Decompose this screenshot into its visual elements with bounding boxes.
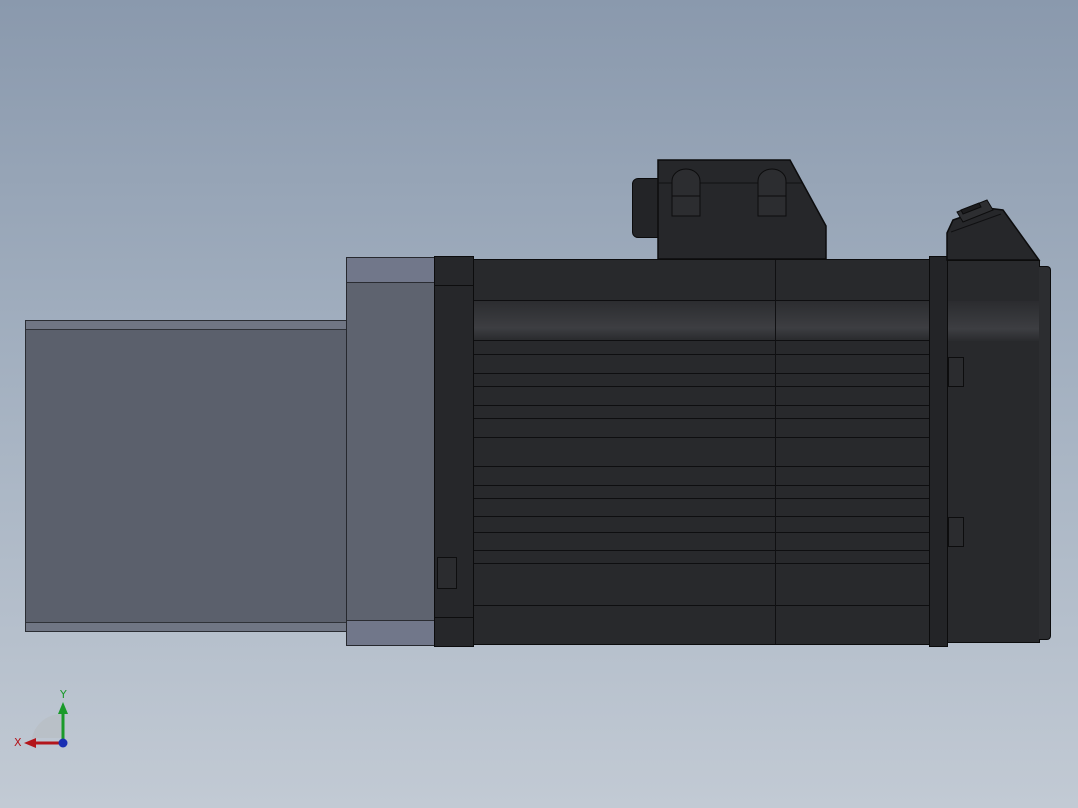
cooling-fin: [474, 532, 930, 533]
motor-front-flange[interactable]: [434, 256, 474, 647]
cooling-fin: [474, 550, 930, 551]
coordinate-triad: Y X: [14, 688, 68, 749]
flange-bolt-tab: [437, 557, 457, 589]
z-axis-point: [58, 738, 68, 748]
y-axis-label: Y: [59, 688, 67, 701]
end-cap-highlight: [948, 301, 1039, 341]
power-connector-plug[interactable]: [632, 178, 659, 238]
encoder-connector[interactable]: [945, 196, 1041, 262]
x-axis-label: X: [14, 736, 22, 749]
power-connector-housing[interactable]: [657, 159, 827, 260]
cooling-fin: [474, 418, 930, 419]
flange-band: [435, 285, 473, 286]
motor-body[interactable]: [473, 259, 931, 645]
end-cap-tab: [948, 357, 964, 387]
cooling-fin: [474, 386, 930, 387]
cooling-fin: [474, 340, 930, 341]
motor-body-highlight: [474, 300, 930, 340]
adapter-rim-top: [347, 258, 435, 283]
cooling-fin: [474, 373, 930, 374]
cooling-fin: [474, 466, 930, 467]
cooling-fin: [474, 354, 930, 355]
cooling-fin: [474, 516, 930, 517]
x-axis-head: [24, 738, 36, 748]
cooling-fin: [474, 563, 930, 564]
cooling-fin: [474, 498, 930, 499]
flange-band: [435, 617, 473, 618]
adapter-rim-bottom: [347, 620, 435, 645]
y-axis-head: [58, 702, 68, 714]
graphics-viewport[interactable]: Y X: [0, 0, 1078, 808]
motor-rear-flange[interactable]: [929, 256, 948, 647]
cooling-fin: [474, 405, 930, 406]
end-cap-lip: [1039, 266, 1051, 640]
cooling-fin: [474, 300, 930, 301]
end-cap-tab: [948, 517, 964, 547]
cooling-fin: [474, 605, 930, 606]
gearbox-adapter-flange[interactable]: [346, 257, 436, 646]
encoder-end-cap[interactable]: [947, 260, 1040, 643]
gearbox-output-block[interactable]: [25, 320, 347, 632]
motor-body-seam: [775, 260, 776, 644]
cooling-fin: [474, 437, 930, 438]
cooling-fin: [474, 485, 930, 486]
